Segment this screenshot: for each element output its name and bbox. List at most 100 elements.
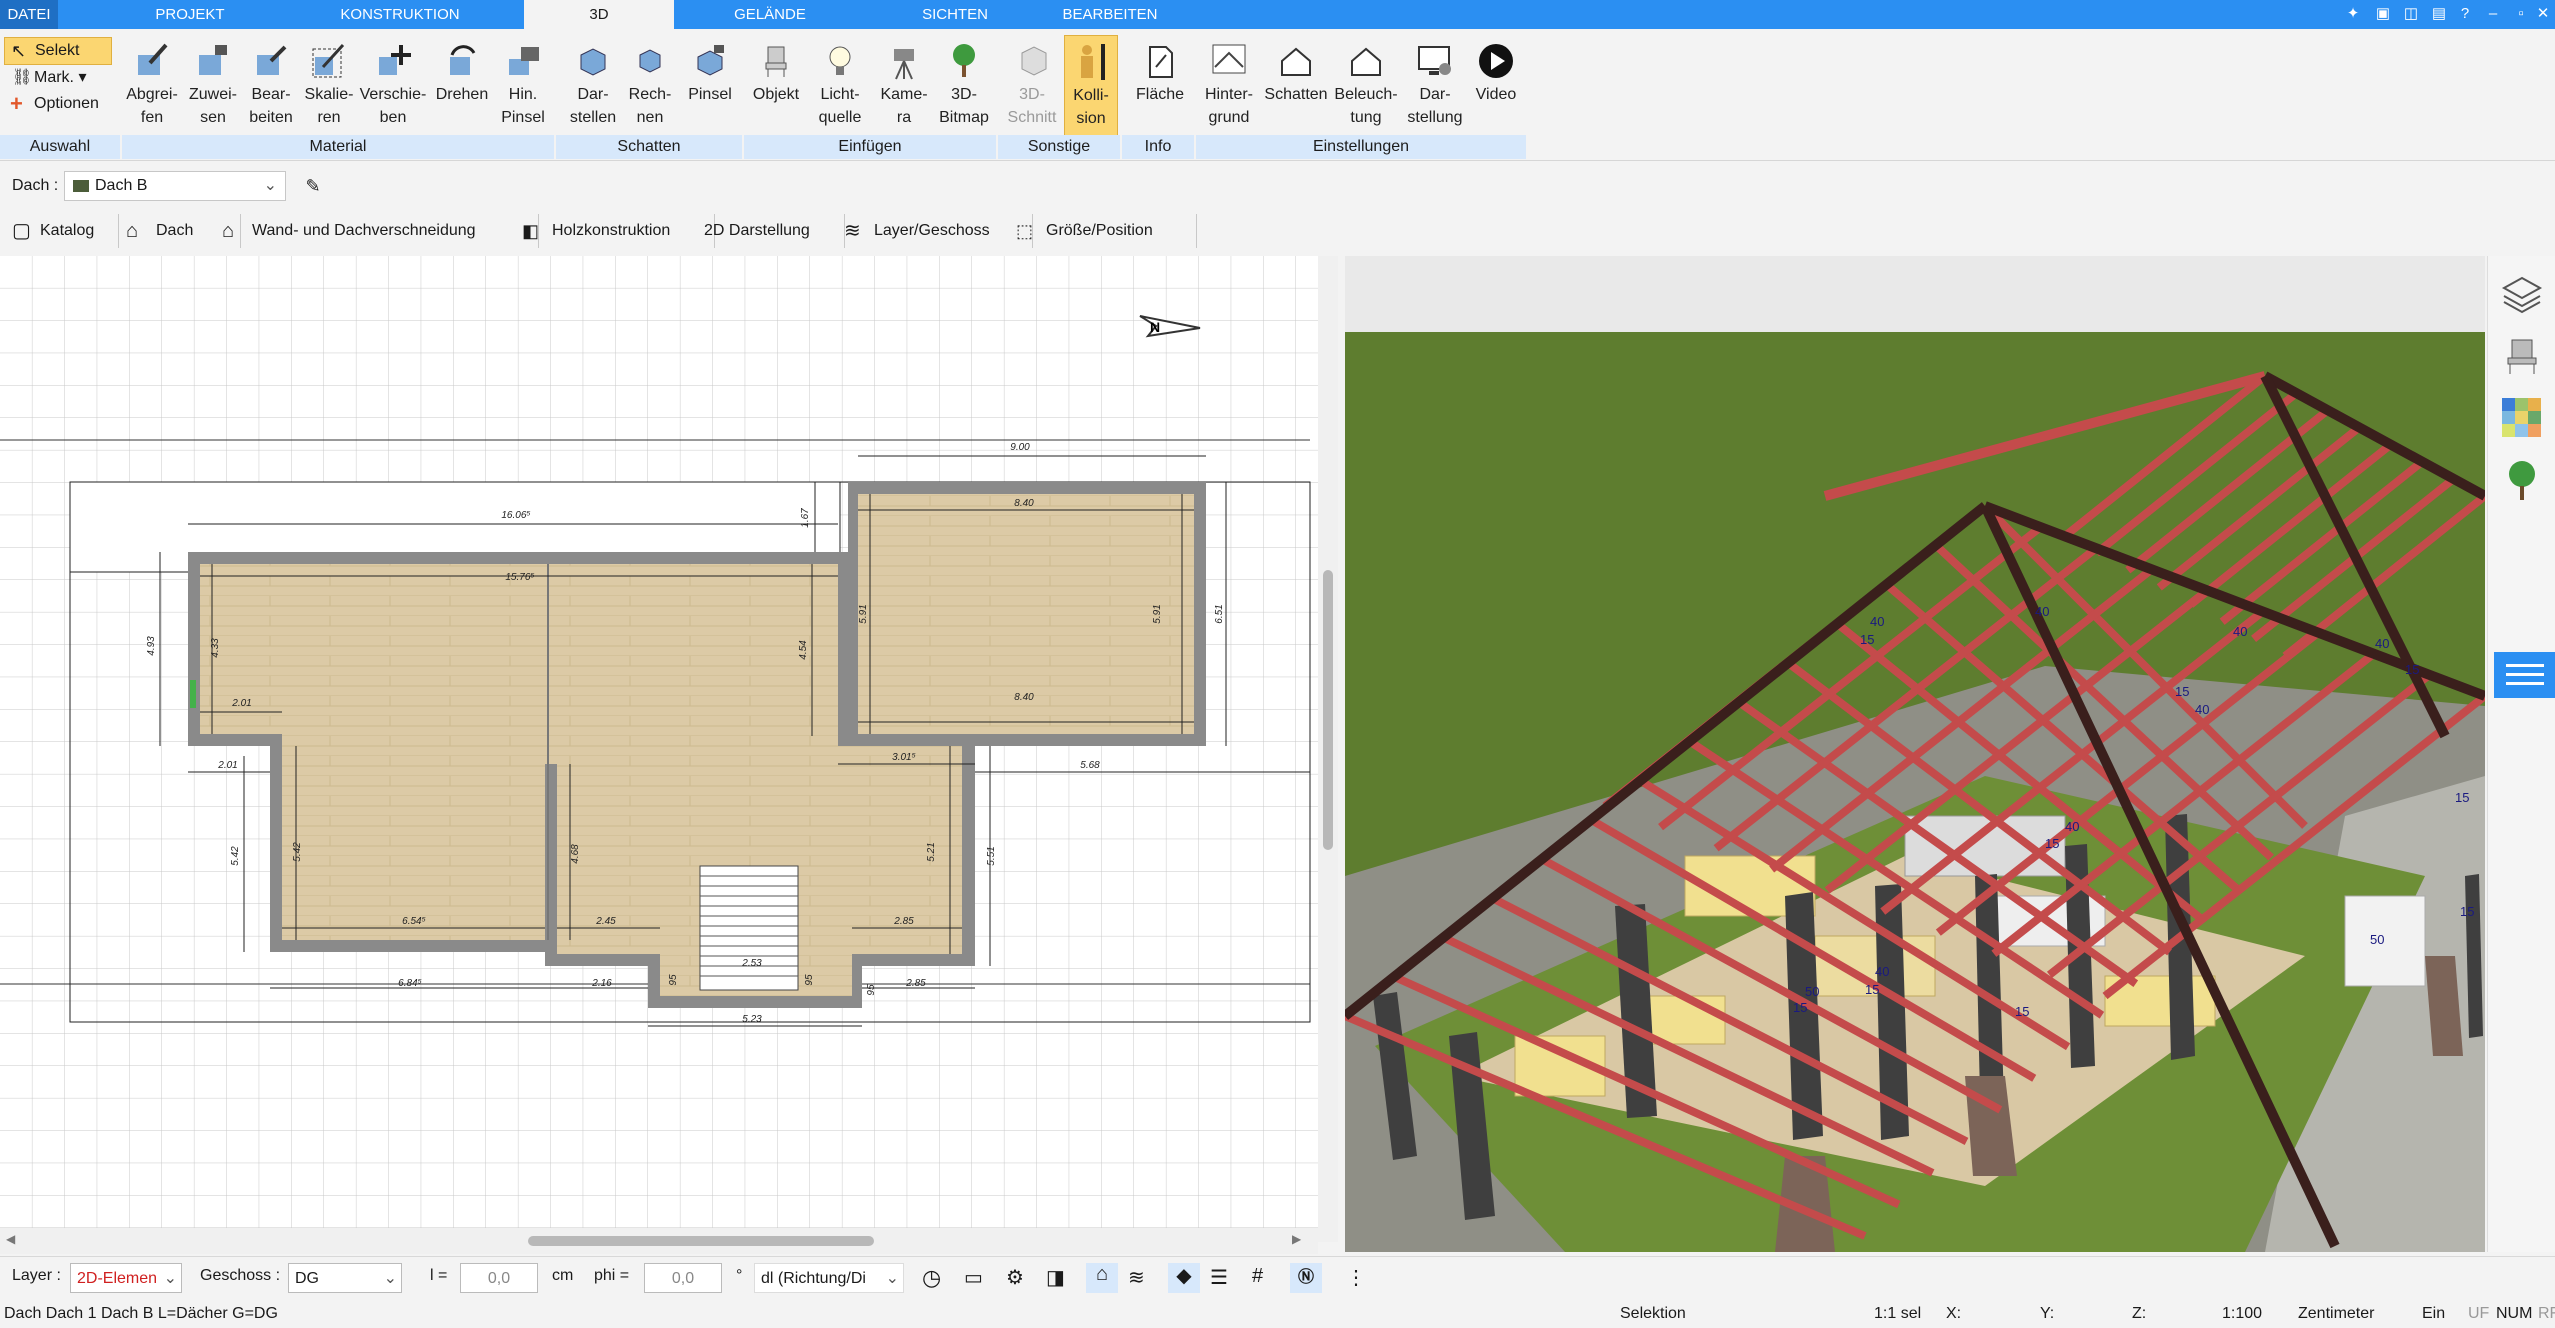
tab-konstruktion[interactable]: KONSTRUKTION — [300, 0, 500, 29]
layout-icon[interactable]: ▤ — [2426, 2, 2452, 26]
skalieren-button[interactable]: Skalie- ren — [300, 35, 358, 135]
zuweisen-button[interactable]: Zuwei- sen — [184, 35, 242, 135]
grid-icon[interactable]: # — [1252, 1265, 1278, 1291]
close-icon[interactable]: ✕ — [2530, 2, 2555, 26]
tree-icon[interactable] — [2500, 458, 2544, 502]
pipette-icon — [138, 43, 168, 75]
vscroll-thumb[interactable] — [1323, 570, 1333, 850]
kamera-button[interactable]: Kame- ra — [874, 35, 934, 135]
hintergrund-button[interactable]: Hinter- grund — [1198, 35, 1260, 135]
darstellen-button[interactable]: Dar- stellen — [562, 35, 624, 135]
cube-icon[interactable]: ◨ — [1046, 1265, 1072, 1291]
dim-text: 15.76⁵ — [505, 572, 534, 583]
hin-pinsel-button[interactable]: Hin. Pinsel — [494, 35, 552, 135]
schatten-settings-button[interactable]: Schatten — [1262, 35, 1330, 135]
tree-icon — [953, 44, 975, 77]
drehen-button[interactable]: Drehen — [432, 35, 492, 135]
lichtquelle-button[interactable]: Licht- quelle — [808, 35, 872, 135]
groesse-position-button[interactable]: ⬚ Größe/Position — [1012, 214, 1197, 248]
options-button[interactable]: + Optionen — [4, 91, 99, 117]
rechnen-button[interactable]: Rech- nen — [620, 35, 680, 135]
minimize-icon[interactable]: – — [2480, 2, 2506, 26]
layer-tool-icon[interactable]: ◆ — [1168, 1263, 1200, 1293]
mark-button[interactable]: ⛓ Mark. ▾ — [4, 65, 86, 91]
3d-view[interactable]: 4015401540154040505050401550505015401550… — [1345, 256, 2485, 1252]
dach-select[interactable]: Dach B ⌄ — [64, 171, 286, 201]
monitor-gear-icon — [1418, 46, 1451, 75]
tab-bearbeiten[interactable]: BEARBEITEN — [1040, 0, 1180, 29]
tools-icon[interactable]: ✦ — [2340, 2, 2366, 26]
roof-tool-icon[interactable]: ⌂ — [1086, 1263, 1118, 1293]
dim-text: 9.00 — [1010, 442, 1030, 453]
phi-input[interactable]: 0,0 — [644, 1263, 722, 1293]
plus-icon: + — [10, 91, 23, 116]
scroll-right-icon[interactable]: ▶ — [1292, 1232, 1301, 1246]
plan-vertical-scrollbar[interactable] — [1318, 256, 1338, 1242]
edit-material-icon — [257, 45, 287, 75]
status-uf: UF — [2468, 1305, 2490, 1322]
verschieben-button[interactable]: Verschie- ben — [358, 35, 428, 135]
dl-select[interactable]: dl (Richtung/Di ⌄ — [754, 1263, 904, 1293]
darstellung-button[interactable]: Dar- stellung — [1404, 35, 1466, 135]
north-icon[interactable]: Ⓝ — [1290, 1263, 1322, 1293]
layers-icon: ≋ — [844, 220, 861, 242]
background-icon — [1212, 44, 1246, 74]
2d-darstellung-button[interactable]: 2D Darstellung — [690, 214, 845, 248]
help-icon[interactable]: ? — [2452, 2, 2478, 26]
plan-horizontal-scrollbar[interactable]: ◀ ▶ — [0, 1228, 1318, 1254]
floor-plan-view[interactable]: 9.00 16.06⁵ 1.67 8.40 15.76⁵ 5.91 5.91 6… — [0, 256, 1338, 1242]
pencil-icon[interactable]: ✎ — [298, 172, 328, 200]
hscroll-thumb[interactable] — [528, 1236, 874, 1246]
stair — [699, 865, 799, 991]
chair-icon[interactable] — [2500, 334, 2544, 378]
tab-3d[interactable]: 3D — [524, 0, 674, 29]
verschneidung-button[interactable]: ⌂ Wand- und Dachverschneidung — [218, 214, 539, 248]
dim-text: 5.51 — [986, 846, 997, 865]
bearbeiten-button[interactable]: Bear- beiten — [242, 35, 300, 135]
kollision-button[interactable]: Kolli- sion — [1064, 35, 1118, 137]
objekt-button[interactable]: Objekt — [748, 35, 804, 135]
3d-bitmap-button[interactable]: 3D- Bitmap — [934, 35, 994, 135]
house-light-icon — [1351, 47, 1381, 76]
cube-icon — [580, 48, 606, 76]
menu-toggle-button[interactable] — [2494, 652, 2555, 698]
geschoss-select[interactable]: DG ⌄ — [288, 1263, 402, 1293]
hatch-icon[interactable]: ☰ — [1210, 1265, 1236, 1291]
dim-text: 5.42 — [292, 842, 303, 862]
scroll-left-icon[interactable]: ◀ — [6, 1232, 15, 1246]
restore-icon[interactable]: ◫ — [2398, 2, 2424, 26]
beleuchtung-button[interactable]: Beleuch- tung — [1332, 35, 1400, 135]
dim-text: 2.85 — [905, 978, 926, 989]
katalog-button[interactable]: ▢ Katalog — [6, 214, 119, 248]
3d-schnitt-button[interactable]: 3D- Schnitt — [1002, 35, 1062, 135]
dim-text: 95 — [668, 974, 679, 986]
section-cut-icon — [1021, 46, 1047, 76]
object-selector-bar: Dach : Dach B ⌄ ✎ — [0, 162, 1345, 210]
rafter-dimension-label: 40 — [2065, 819, 2079, 834]
pinsel-button[interactable]: Pinsel — [680, 35, 740, 135]
video-button[interactable]: Video — [1468, 35, 1524, 135]
materials-icon[interactable] — [2500, 396, 2544, 440]
layer-select[interactable]: 2D-Elemen ⌄ — [70, 1263, 182, 1293]
tab-datei[interactable]: DATEI — [0, 0, 58, 29]
flaeche-button[interactable]: Fläche — [1128, 35, 1192, 135]
tab-gelaende[interactable]: GELÄNDE — [700, 0, 840, 29]
wall-tool-icon[interactable]: ≋ — [1128, 1265, 1154, 1291]
window-icon[interactable]: ▣ — [2370, 2, 2396, 26]
status-y: Y: — [2040, 1305, 2055, 1322]
clock-icon[interactable]: ◷ — [922, 1265, 948, 1291]
tab-sichten[interactable]: SICHTEN — [880, 0, 1030, 29]
group-info: Info — [1122, 135, 1194, 159]
more-icon[interactable]: ⋮ — [1346, 1265, 1366, 1291]
floor-plan-canvas[interactable]: 9.00 16.06⁵ 1.67 8.40 15.76⁵ 5.91 5.91 6… — [0, 256, 1318, 1228]
tab-projekt[interactable]: PROJEKT — [110, 0, 270, 29]
3d-scene[interactable]: 4015401540154040505050401550505015401550… — [1345, 256, 2485, 1252]
l-input[interactable]: 0,0 — [460, 1263, 538, 1293]
layers-icon[interactable] — [2500, 272, 2544, 316]
abgreifen-button[interactable]: Abgrei- fen — [122, 35, 182, 135]
select-button[interactable]: ↖ Selekt — [4, 37, 112, 65]
holzkonstruktion-button[interactable]: ◧ Holzkonstruktion — [518, 214, 715, 248]
gear-icon[interactable]: ⚙ — [1006, 1265, 1032, 1291]
monitor-icon[interactable]: ▭ — [964, 1265, 990, 1291]
layer-geschoss-button[interactable]: ≋ Layer/Geschoss — [840, 214, 1033, 248]
